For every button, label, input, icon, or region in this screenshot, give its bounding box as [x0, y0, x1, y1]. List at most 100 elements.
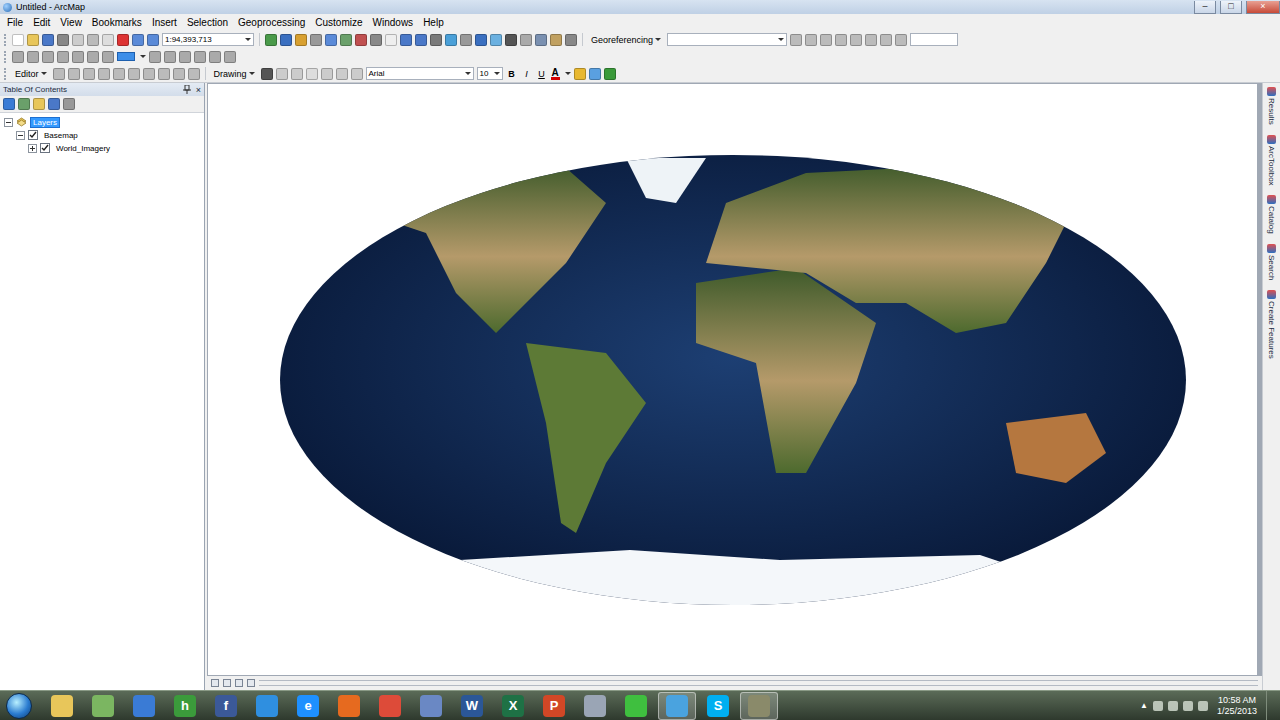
tool-icon[interactable]: [68, 68, 80, 80]
tool-icon[interactable]: [490, 34, 502, 46]
menu-item[interactable]: Selection: [182, 16, 233, 29]
toc-close-button[interactable]: ×: [196, 85, 201, 95]
tool-icon[interactable]: [12, 51, 24, 63]
tool-icon[interactable]: [57, 34, 69, 46]
menu-item[interactable]: Bookmarks: [87, 16, 147, 29]
tool-icon[interactable]: [261, 68, 273, 80]
clock[interactable]: 10:58 AM1/25/2013: [1211, 695, 1263, 717]
tool-icon[interactable]: [3, 98, 15, 110]
layer-name[interactable]: Layers: [30, 117, 60, 128]
selection-color-icon[interactable]: [117, 52, 135, 61]
format-button[interactable]: I: [521, 67, 533, 80]
tool-icon[interactable]: [98, 68, 110, 80]
tool-icon[interactable]: [460, 34, 472, 46]
tool-icon[interactable]: [276, 68, 288, 80]
tool-icon[interactable]: [72, 34, 84, 46]
side-tab[interactable]: Create Features: [1267, 290, 1276, 359]
tool-icon[interactable]: [445, 34, 457, 46]
menu-item[interactable]: Geoprocessing: [233, 16, 310, 29]
tool-icon[interactable]: [310, 34, 322, 46]
tool-icon[interactable]: [209, 51, 221, 63]
taskbar-app[interactable]: [43, 692, 81, 720]
tool-icon[interactable]: [188, 68, 200, 80]
font-size-field[interactable]: 10: [477, 67, 503, 80]
tool-icon[interactable]: [102, 51, 114, 63]
tool-icon[interactable]: [385, 34, 397, 46]
tool-icon[interactable]: [805, 34, 817, 46]
side-tab[interactable]: Catalog: [1267, 195, 1276, 234]
tool-icon[interactable]: [589, 68, 601, 80]
tool-icon[interactable]: [475, 34, 487, 46]
menu-item[interactable]: Help: [418, 16, 449, 29]
taskbar-app[interactable]: S: [699, 692, 737, 720]
tool-icon[interactable]: [415, 34, 427, 46]
tool-icon[interactable]: [291, 68, 303, 80]
georeferencing-menu[interactable]: Georeferencing: [588, 35, 664, 45]
tool-icon[interactable]: [265, 34, 277, 46]
side-tab[interactable]: ArcToolbox: [1267, 135, 1276, 186]
tool-icon[interactable]: [520, 34, 532, 46]
tool-icon[interactable]: [865, 34, 877, 46]
tool-icon[interactable]: [83, 68, 95, 80]
window-control[interactable]: □: [1220, 1, 1242, 14]
tool-icon[interactable]: [306, 68, 318, 80]
tool-icon[interactable]: [820, 34, 832, 46]
taskbar-app[interactable]: [330, 692, 368, 720]
tool-icon[interactable]: [53, 68, 65, 80]
tool-icon[interactable]: [18, 98, 30, 110]
tool-icon[interactable]: [57, 51, 69, 63]
tool-icon[interactable]: [325, 34, 337, 46]
world-map[interactable]: [280, 155, 1186, 605]
layer-checkbox[interactable]: [28, 130, 38, 140]
pause-icon[interactable]: [247, 679, 255, 687]
font-field[interactable]: Arial: [366, 67, 474, 80]
georeferencing-layer-field[interactable]: [667, 33, 787, 46]
tool-icon[interactable]: [604, 68, 616, 80]
tool-icon[interactable]: [430, 34, 442, 46]
refresh-icon[interactable]: [235, 679, 243, 687]
tool-icon[interactable]: [400, 34, 412, 46]
drawing-menu[interactable]: Drawing: [211, 69, 258, 79]
tool-icon[interactable]: [179, 51, 191, 63]
menu-item[interactable]: Customize: [310, 16, 367, 29]
taskbar-app[interactable]: f: [207, 692, 245, 720]
tool-icon[interactable]: [505, 34, 517, 46]
window-control[interactable]: ×: [1246, 1, 1280, 14]
start-button[interactable]: [6, 693, 32, 719]
tool-icon[interactable]: [340, 34, 352, 46]
tool-icon[interactable]: [143, 68, 155, 80]
taskbar-app[interactable]: [412, 692, 450, 720]
taskbar-app[interactable]: [617, 692, 655, 720]
horizontal-scrollbar[interactable]: [259, 680, 1258, 686]
tool-icon[interactable]: [12, 34, 24, 46]
tool-icon[interactable]: [880, 34, 892, 46]
tree-item[interactable]: Layers: [4, 116, 200, 128]
taskbar-app[interactable]: h: [166, 692, 204, 720]
layer-name[interactable]: World_Imagery: [53, 143, 113, 154]
tray-icon[interactable]: [1183, 701, 1193, 711]
tool-icon[interactable]: [48, 98, 60, 110]
side-tab[interactable]: Results: [1267, 87, 1276, 125]
taskbar-app[interactable]: [371, 692, 409, 720]
tool-icon[interactable]: [370, 34, 382, 46]
pin-icon[interactable]: [183, 85, 191, 94]
taskbar-app[interactable]: [576, 692, 614, 720]
tool-icon[interactable]: [63, 98, 75, 110]
expander-icon[interactable]: [4, 118, 13, 127]
format-button[interactable]: U: [536, 67, 548, 80]
tool-icon[interactable]: [895, 34, 907, 46]
tool-icon[interactable]: [280, 34, 292, 46]
tool-icon[interactable]: [790, 34, 802, 46]
tool-icon[interactable]: [565, 34, 577, 46]
taskbar-app[interactable]: [84, 692, 122, 720]
menu-item[interactable]: Insert: [147, 16, 182, 29]
tool-icon[interactable]: [113, 68, 125, 80]
tool-icon[interactable]: [550, 34, 562, 46]
tool-icon[interactable]: [574, 68, 586, 80]
side-tab[interactable]: Search: [1267, 244, 1276, 280]
taskbar-app[interactable]: e: [289, 692, 327, 720]
tray-expand-button[interactable]: ▲: [1140, 701, 1148, 710]
tool-icon[interactable]: [33, 98, 45, 110]
search-field[interactable]: [910, 33, 958, 46]
expander-icon[interactable]: [28, 144, 37, 153]
